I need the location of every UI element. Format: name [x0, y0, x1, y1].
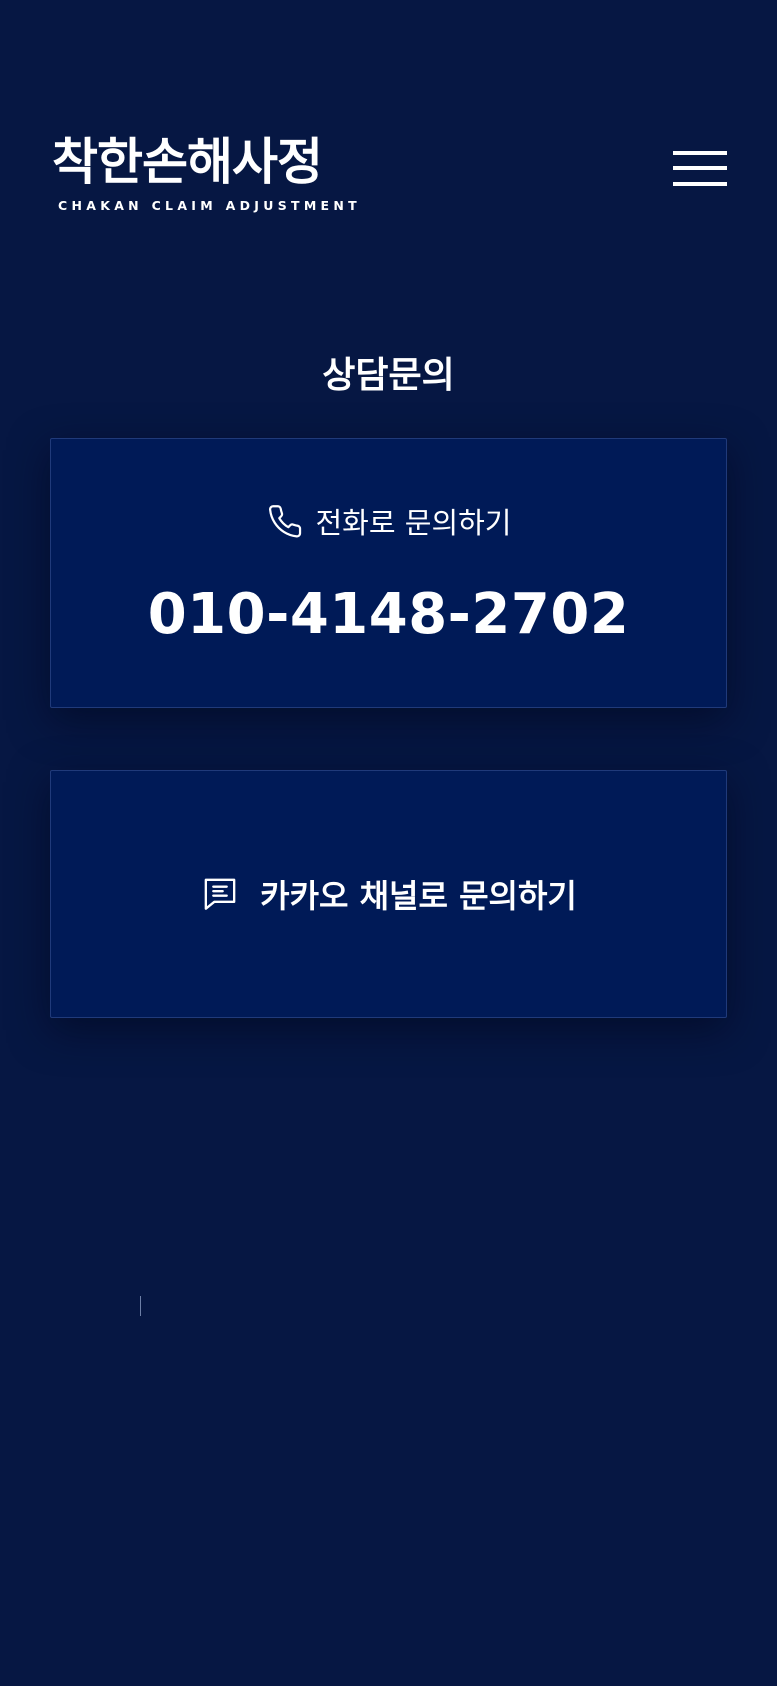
logo-subtitle: CHAKAN CLAIM ADJUSTMENT	[58, 198, 361, 213]
site-header: 착한손해사정 CHAKAN CLAIM ADJUSTMENT	[0, 0, 777, 240]
kakao-inquiry-label: 카카오 채널로 문의하기	[260, 877, 577, 915]
phone-inquiry-label: 전화로 문의하기	[315, 506, 512, 540]
phone-icon	[266, 502, 304, 544]
site-logo[interactable]: 착한손해사정 CHAKAN CLAIM ADJUSTMENT	[52, 126, 362, 218]
kakao-inquiry-card[interactable]: 카카오 채널로 문의하기	[50, 770, 727, 1018]
page: 착한손해사정 CHAKAN CLAIM ADJUSTMENT 상담문의 전화로 …	[0, 0, 777, 1686]
phone-number[interactable]: 010-4148-2702	[51, 575, 726, 655]
text-cursor-mark	[140, 1296, 141, 1316]
menu-bar-bottom	[673, 182, 727, 186]
section-title: 상담문의	[322, 354, 455, 396]
kakao-inquiry-row: 카카오 채널로 문의하기	[51, 871, 726, 921]
hamburger-menu-icon[interactable]	[673, 148, 729, 192]
phone-inquiry-header: 전화로 문의하기	[51, 501, 726, 545]
menu-bar-top	[673, 151, 727, 155]
logo-wordmark: 착한손해사정	[52, 133, 323, 191]
phone-inquiry-card[interactable]: 전화로 문의하기 010-4148-2702	[50, 438, 727, 708]
menu-bar-middle	[673, 166, 727, 170]
chat-bubble-icon	[200, 874, 240, 918]
